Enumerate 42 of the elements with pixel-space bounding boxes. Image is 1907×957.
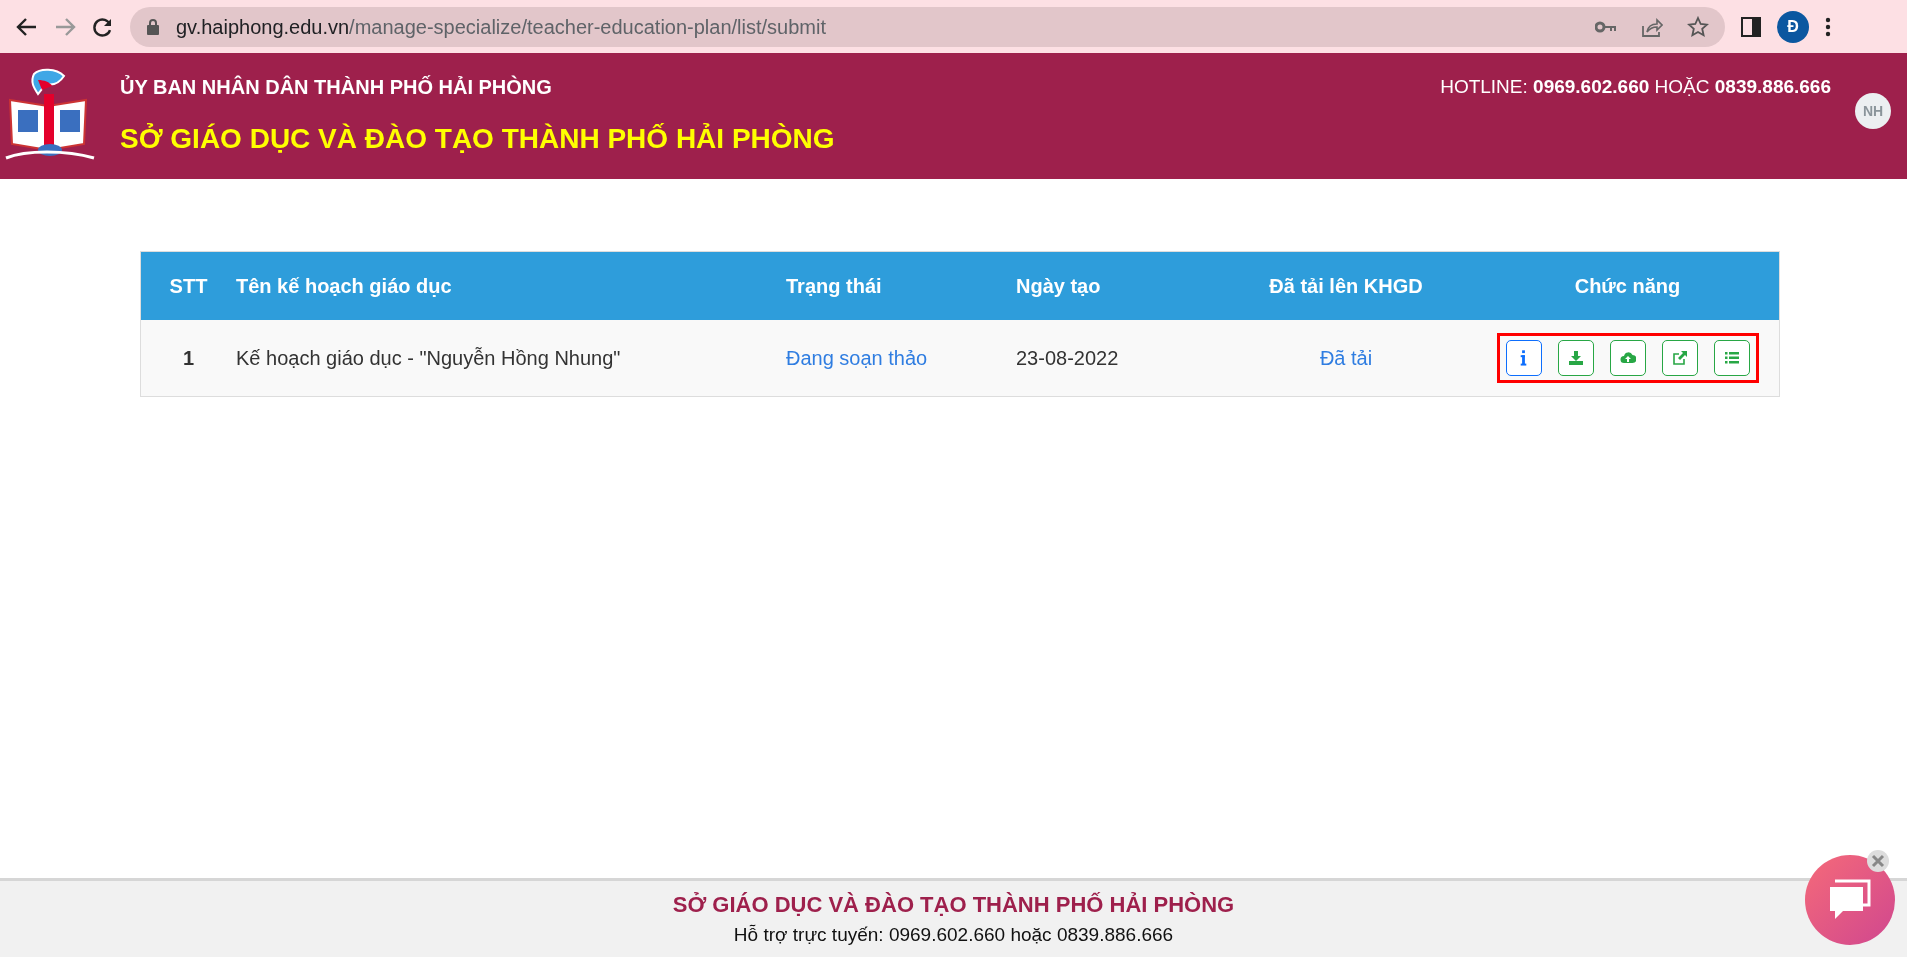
support-text: Hỗ trợ trực tuyến: 0969.602.660 hoặc 0839.886.666 bbox=[733, 923, 1174, 948]
status-link[interactable]: Đang soạn thảo bbox=[786, 347, 928, 369]
site-title: SỞ GIÁO DỤC VÀ ĐÀO TẠO THÀNH PHỐ HẢI PHÒNG bbox=[120, 122, 835, 156]
url-host: gv.haiphong.edu.vn bbox=[176, 14, 350, 40]
user-avatar[interactable]: NH bbox=[1855, 93, 1891, 129]
download-icon bbox=[1567, 350, 1584, 366]
footer-title: SỞ GIÁO DỤC VÀ ĐÀO TẠO THÀNH PHỐ HẢI PHÒNG bbox=[672, 891, 1235, 920]
column-header: Tên kế hoạch giáo dục bbox=[236, 275, 452, 297]
info-icon bbox=[1520, 350, 1527, 366]
star-icon[interactable] bbox=[1687, 15, 1709, 38]
profile-avatar[interactable]: Đ bbox=[1777, 10, 1809, 43]
info-button[interactable] bbox=[1505, 340, 1542, 376]
list-button[interactable] bbox=[1713, 340, 1750, 376]
column-header: Đã tải lên KHGD bbox=[1269, 275, 1423, 297]
share-icon[interactable] bbox=[1641, 15, 1663, 38]
open-link-button[interactable] bbox=[1661, 340, 1698, 376]
external-link-icon bbox=[1671, 350, 1688, 366]
column-header: Ngày tạo bbox=[1016, 275, 1101, 297]
forward-icon[interactable] bbox=[54, 15, 76, 38]
upload-status-link[interactable]: Đã tải bbox=[1319, 347, 1373, 369]
upload-button[interactable] bbox=[1609, 340, 1646, 376]
url-path: /manage-specialize/teacher-education-plan/list/submit bbox=[349, 14, 827, 40]
cloud-upload-icon bbox=[1619, 350, 1636, 366]
hotline-text: HOTLINE: 0969.602.660 HOẶC 0839.886.666 bbox=[1440, 75, 1831, 99]
key-icon[interactable] bbox=[1595, 20, 1617, 33]
back-icon[interactable] bbox=[16, 15, 38, 38]
row-number: 1 bbox=[182, 347, 195, 369]
menu-icon[interactable] bbox=[1825, 16, 1831, 37]
chat-bubble-icon bbox=[1827, 879, 1873, 921]
column-header: Chức năng bbox=[1574, 275, 1681, 297]
address-bar[interactable]: gv.haiphong.edu.vn/manage-specialize/teacher-education-plan/list/submit bbox=[130, 6, 1725, 47]
reload-icon[interactable] bbox=[92, 15, 114, 38]
list-icon bbox=[1723, 350, 1740, 366]
column-header: Trạng thái bbox=[786, 275, 882, 297]
plan-name: Kế hoạch giáo dục - "Nguyễn Hồng Nhung" bbox=[236, 347, 621, 369]
organization-name: ỦY BAN NHÂN DÂN THÀNH PHỐ HẢI PHÒNG bbox=[120, 74, 553, 100]
side-panel-icon[interactable] bbox=[1741, 16, 1761, 37]
download-button[interactable] bbox=[1557, 340, 1594, 376]
column-header: STT bbox=[169, 275, 208, 297]
close-icon[interactable] bbox=[1866, 849, 1890, 873]
created-date: 23-08-2022 bbox=[1016, 347, 1119, 369]
lock-icon bbox=[146, 18, 160, 35]
